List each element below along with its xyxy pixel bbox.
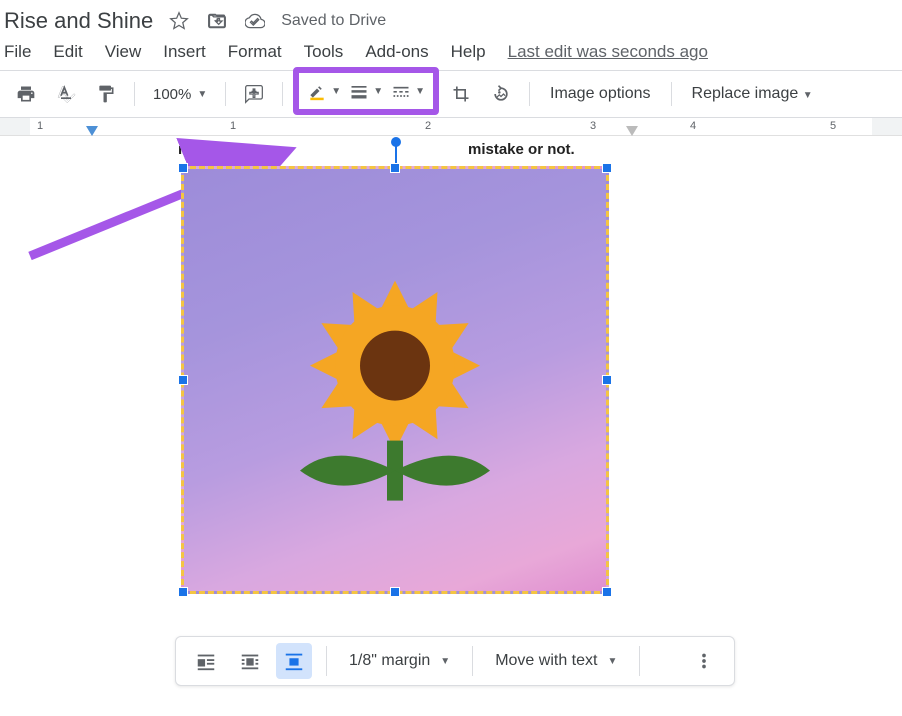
menu-bar: File Edit View Insert Format Tools Add-o… [0, 38, 902, 70]
separator [529, 82, 530, 106]
resize-handle-br[interactable] [602, 587, 612, 597]
border-color-icon[interactable]: ▼ [303, 73, 345, 109]
ruler-mark: 3 [590, 120, 596, 132]
document-canvas[interactable]: really mistake or not. [0, 136, 902, 716]
resize-handle-tr[interactable] [602, 163, 612, 173]
more-options-icon[interactable] [686, 643, 722, 679]
spellcheck-icon[interactable] [48, 76, 84, 112]
chevron-down-icon: ▼ [440, 656, 450, 667]
menu-tools[interactable]: Tools [304, 42, 344, 62]
menu-file[interactable]: File [4, 42, 31, 62]
ruler-mark: 1 [37, 120, 43, 132]
add-comment-icon[interactable] [236, 76, 272, 112]
separator [472, 646, 473, 676]
resize-handle-bm[interactable] [390, 587, 400, 597]
cloud-saved-icon [243, 9, 267, 33]
ruler-mark: 5 [830, 120, 836, 132]
separator [639, 646, 640, 676]
horizontal-ruler[interactable]: 1 1 2 3 4 5 [0, 118, 902, 136]
resize-handle-mr[interactable] [602, 375, 612, 385]
toolbar: 100%▼ ▼ ▼ ▼ Image options Replace image … [0, 70, 902, 118]
break-text-button[interactable] [276, 643, 312, 679]
menu-insert[interactable]: Insert [163, 42, 206, 62]
border-tools-highlight: ▼ ▼ ▼ [293, 67, 439, 115]
sunflower-image-content [265, 246, 525, 526]
margin-dropdown[interactable]: 1/8" margin▼ [341, 652, 458, 670]
inline-wrap-button[interactable] [188, 643, 224, 679]
menu-view[interactable]: View [105, 42, 142, 62]
separator [225, 82, 226, 106]
menu-addons[interactable]: Add-ons [365, 42, 428, 62]
last-edit-link[interactable]: Last edit was seconds ago [508, 42, 708, 62]
menu-help[interactable]: Help [451, 42, 486, 62]
image-position-toolbar: 1/8" margin▼ Move with text▼ [175, 636, 735, 686]
resize-handle-ml[interactable] [178, 375, 188, 385]
border-weight-icon[interactable]: ▼ [345, 73, 387, 109]
wrap-text-button[interactable] [232, 643, 268, 679]
rotate-handle[interactable] [395, 145, 397, 163]
border-dash-icon[interactable]: ▼ [387, 73, 429, 109]
separator [671, 82, 672, 106]
menu-format[interactable]: Format [228, 42, 282, 62]
paint-format-icon[interactable] [88, 76, 124, 112]
menu-edit[interactable]: Edit [53, 42, 82, 62]
resize-handle-tl[interactable] [178, 163, 188, 173]
resize-handle-bl[interactable] [178, 587, 188, 597]
star-icon[interactable] [167, 9, 191, 33]
image-options-button[interactable]: Image options [540, 85, 661, 103]
zoom-dropdown[interactable]: 100%▼ [145, 86, 215, 103]
crop-icon[interactable] [443, 76, 479, 112]
body-text-fragment: really [178, 141, 217, 158]
document-title[interactable]: Rise and Shine [4, 8, 153, 34]
separator [282, 82, 283, 106]
chevron-down-icon: ▼ [803, 90, 813, 101]
chevron-down-icon: ▼ [373, 86, 383, 97]
selected-image[interactable] [181, 166, 609, 594]
replace-image-button[interactable]: Replace image ▼ [682, 85, 823, 103]
resize-handle-tm[interactable] [390, 163, 400, 173]
chevron-down-icon: ▼ [331, 86, 341, 97]
move-with-text-dropdown[interactable]: Move with text▼ [487, 652, 625, 670]
saved-status-text: Saved to Drive [281, 12, 386, 30]
chevron-down-icon: ▼ [607, 656, 617, 667]
reset-image-icon[interactable] [483, 76, 519, 112]
separator [326, 646, 327, 676]
move-folder-icon[interactable] [205, 9, 229, 33]
print-icon[interactable] [8, 76, 44, 112]
separator [134, 82, 135, 106]
body-text-fragment: mistake or not. [468, 141, 575, 158]
ruler-mark: 4 [690, 120, 696, 132]
ruler-mark: 2 [425, 120, 431, 132]
chevron-down-icon: ▼ [415, 86, 425, 97]
chevron-down-icon: ▼ [197, 89, 207, 100]
ruler-mark: 1 [230, 120, 236, 132]
